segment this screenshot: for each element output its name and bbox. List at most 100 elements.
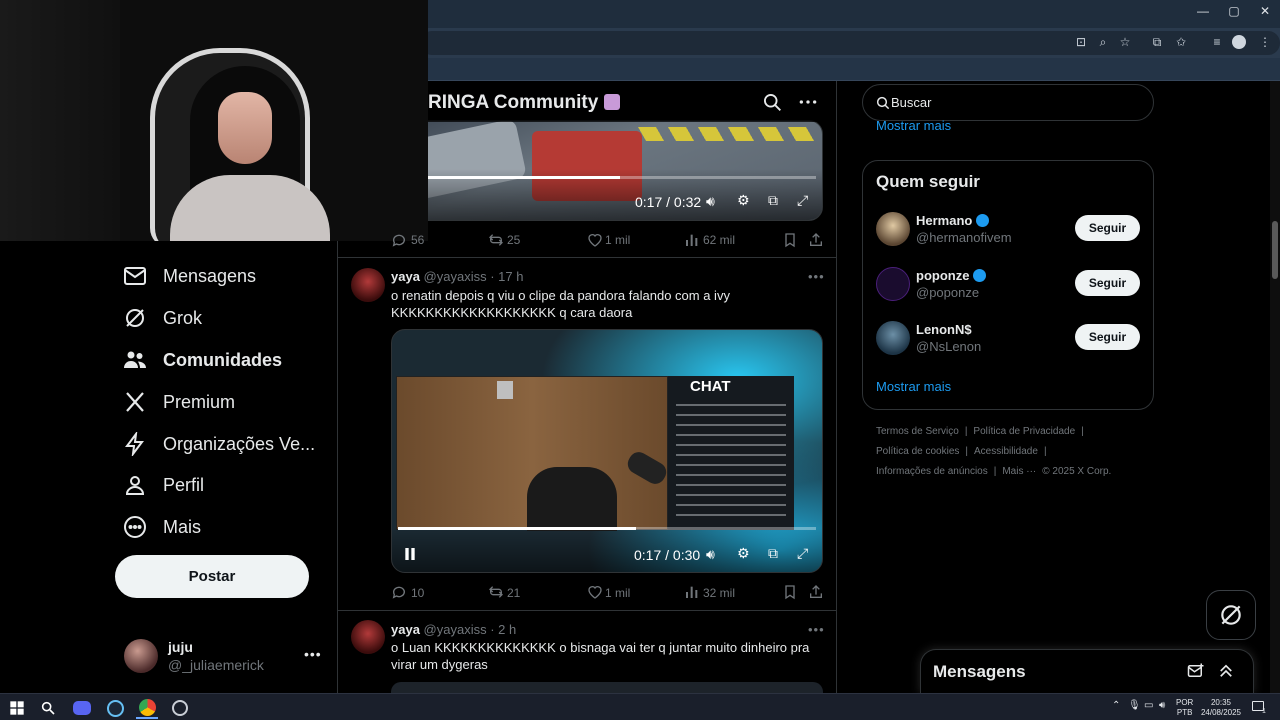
app-icon[interactable] (169, 697, 191, 719)
follow-suggestion[interactable]: Hermano @hermanofivem Seguir (876, 212, 1142, 252)
views-icon[interactable] (684, 584, 700, 600)
extension-icon[interactable]: ⧉ (1148, 33, 1166, 51)
video-player[interactable] (391, 120, 823, 221)
like-icon[interactable] (587, 232, 603, 248)
settings-icon[interactable]: ⚙ (737, 545, 750, 562)
nav-item-messages[interactable]: Mensagens (122, 259, 256, 293)
reply-icon[interactable] (391, 232, 407, 248)
like-icon[interactable] (587, 584, 603, 600)
footer-link[interactable]: Política de cookies (876, 446, 959, 457)
nav-item-grok[interactable]: Grok (122, 301, 202, 335)
favorites-icon[interactable]: ✩ (1172, 33, 1190, 51)
show-more-link[interactable]: Mostrar mais (876, 118, 951, 133)
windows-start-icon[interactable] (6, 697, 28, 719)
reply-count: 56 (411, 233, 425, 247)
menu-icon[interactable]: ⋮ (1256, 33, 1274, 51)
network-icon[interactable]: ▭ (1144, 701, 1153, 711)
expand-icon[interactable] (1217, 662, 1235, 680)
avatar (876, 212, 910, 246)
tweet-author[interactable]: yaya @yayaxiss · 2 h (391, 622, 516, 637)
scrollbar-thumb[interactable] (1272, 221, 1278, 279)
nav-item-premium[interactable]: Premium (122, 385, 235, 419)
retweet-icon[interactable] (488, 584, 504, 600)
show-more-link[interactable]: Mostrar mais (876, 379, 951, 394)
search-box[interactable]: Buscar (862, 84, 1154, 121)
tweet-more-icon[interactable]: ••• (808, 622, 825, 637)
nav-item-organizations[interactable]: Organizações Ve... (122, 427, 315, 461)
share-icon[interactable] (808, 584, 824, 600)
messages-drawer[interactable]: Mensagens (920, 649, 1254, 693)
video-progress[interactable] (398, 527, 816, 530)
video-progress[interactable] (398, 176, 816, 179)
follow-button[interactable]: Seguir (1075, 215, 1140, 241)
more-icon[interactable] (798, 92, 818, 112)
search-icon[interactable] (37, 697, 59, 719)
nav-item-more[interactable]: Mais (122, 510, 201, 544)
steam-icon[interactable] (104, 697, 126, 719)
tweet-author[interactable]: yaya @yayaxiss · 17 h (391, 269, 523, 284)
restore-button[interactable]: ▢ (1219, 4, 1249, 18)
new-message-icon[interactable] (1187, 662, 1205, 680)
close-button[interactable]: ✕ (1250, 4, 1280, 18)
chevron-up-icon[interactable]: ⌃ (1112, 701, 1120, 711)
video-player[interactable]: CHAT (391, 329, 823, 573)
avatar (876, 321, 910, 355)
footer-link[interactable]: Política de Privacidade (973, 426, 1075, 437)
like-count: 1 mil (605, 586, 631, 600)
bookmark-icon[interactable] (782, 232, 798, 248)
media-icon[interactable]: ≡ (1208, 33, 1226, 51)
follow-suggestion[interactable]: LenonN$ @NsLenon Seguir (876, 321, 1142, 361)
fullscreen-icon[interactable]: ⤢ (797, 192, 808, 209)
search-icon[interactable] (762, 92, 782, 112)
pip-icon[interactable]: ⧉ (768, 192, 778, 209)
search-input[interactable]: Buscar (891, 95, 931, 110)
follow-button[interactable]: Seguir (1075, 270, 1140, 296)
community-title: RINGA Community (428, 92, 620, 114)
volume-icon[interactable]: 🔊︎ (1159, 701, 1165, 711)
fullscreen-icon[interactable]: ⤢ (797, 545, 808, 562)
tweet-more-icon[interactable]: ••• (808, 269, 825, 284)
volume-icon[interactable]: 🔊︎ (706, 193, 715, 210)
profile-icon[interactable] (1232, 35, 1246, 49)
minimize-button[interactable]: — (1188, 4, 1218, 18)
footer-link[interactable]: Mais ··· (1002, 466, 1036, 477)
account-switcher[interactable]: juju @_juliaemerick ••• (124, 638, 324, 674)
x-logo-icon (122, 389, 148, 415)
video-stream-frame (396, 376, 670, 531)
footer-link[interactable]: Termos de Serviço (876, 426, 959, 437)
discord-icon[interactable] (71, 697, 93, 719)
media-preview[interactable] (391, 682, 823, 693)
nav-item-communities[interactable]: Comunidades (122, 343, 282, 377)
zoom-icon[interactable]: ⌕ (1094, 33, 1112, 51)
avatar (124, 639, 158, 673)
footer-link[interactable]: Informações de anúncios (876, 466, 988, 477)
bookmark-icon[interactable] (782, 584, 798, 600)
tweet-text: o renatin depois q viu o clipe da pandor… (391, 288, 730, 320)
chrome-icon[interactable] (136, 697, 158, 719)
share-icon[interactable] (808, 232, 824, 248)
pause-icon[interactable] (402, 546, 418, 562)
avatar[interactable] (351, 620, 385, 654)
volume-icon[interactable]: 🔊︎ (706, 546, 715, 563)
retweet-icon[interactable] (488, 232, 504, 248)
more-dots-icon[interactable]: ••• (304, 646, 322, 662)
clock[interactable]: 20:35 24/08/2025 (1200, 698, 1242, 718)
nav-item-profile[interactable]: Perfil (122, 468, 204, 502)
suggestion-handle: @NsLenon (916, 339, 982, 354)
microphone-icon[interactable]: 🎙︎ (1128, 701, 1141, 711)
post-button[interactable]: Postar (115, 555, 309, 598)
grok-button[interactable] (1206, 590, 1256, 640)
views-icon[interactable] (684, 232, 700, 248)
footer-link[interactable]: Acessibilidade (974, 446, 1038, 457)
scrollbar[interactable] (1270, 81, 1280, 693)
pip-icon[interactable]: ⧉ (768, 545, 778, 562)
follow-suggestion[interactable]: poponze @poponze Seguir (876, 267, 1142, 307)
follow-button[interactable]: Seguir (1075, 324, 1140, 350)
settings-icon[interactable]: ⚙ (737, 192, 750, 209)
star-icon[interactable]: ☆ (1116, 33, 1134, 51)
language-indicator[interactable]: POR PTB (1176, 698, 1193, 718)
install-icon[interactable]: ⊡ (1072, 33, 1090, 51)
reply-icon[interactable] (391, 584, 407, 600)
view-count: 62 mil (703, 233, 736, 247)
avatar[interactable] (351, 268, 385, 302)
